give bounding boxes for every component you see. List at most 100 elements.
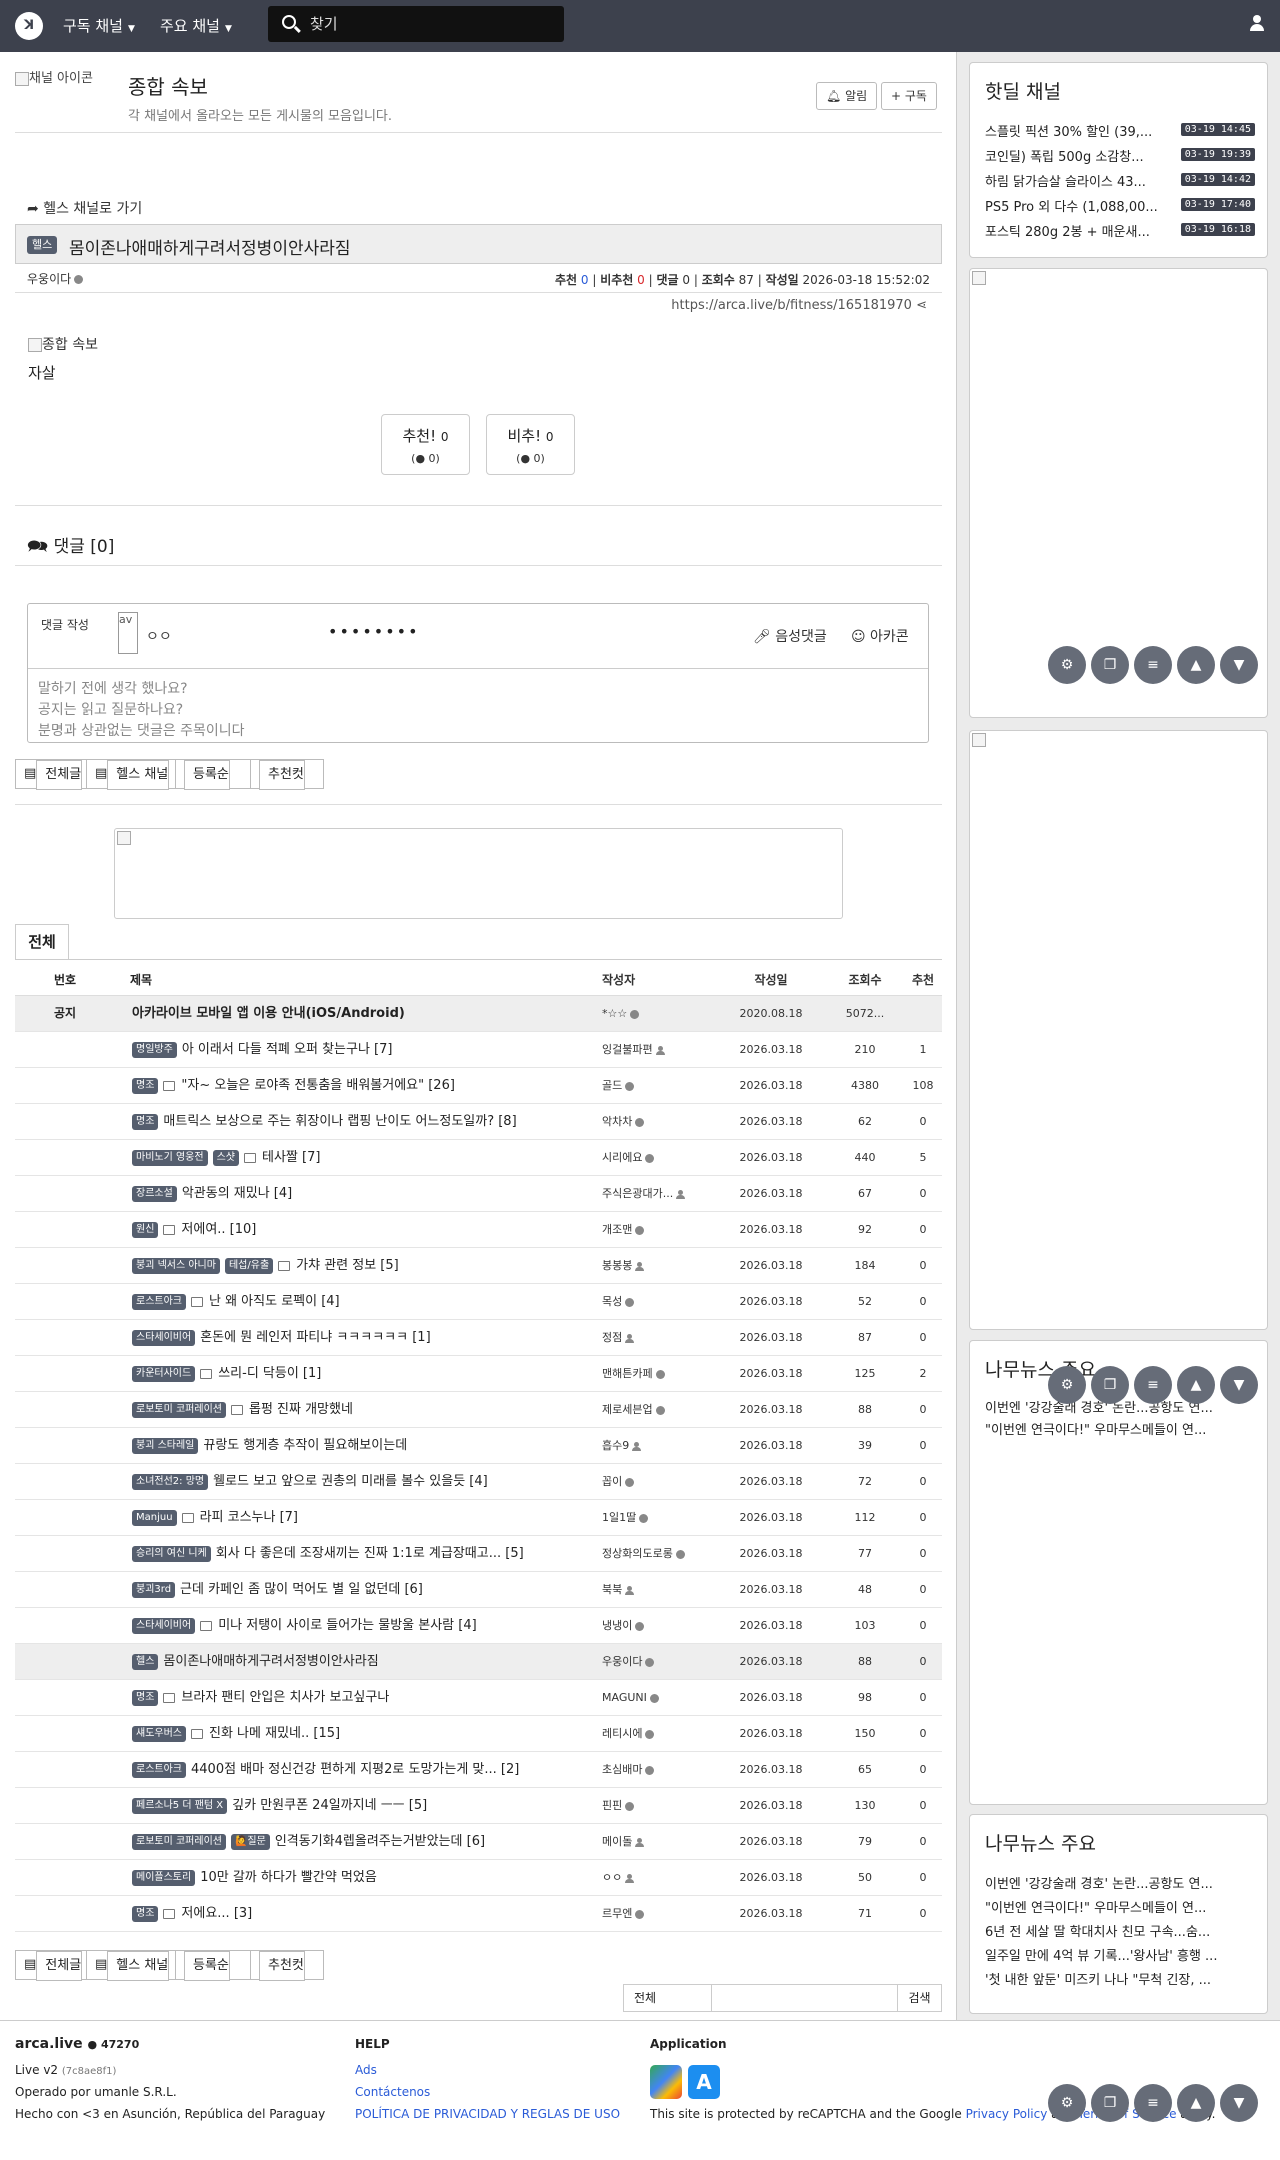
- google-play-icon[interactable]: [650, 2065, 682, 2099]
- post-title-cell[interactable]: 명조 저에요... [3]: [132, 1896, 610, 1931]
- table-row[interactable]: 명조 매트릭스 보상으로 주는 휘장이나 랩핑 난이도 어느정도일까? [8] 악차…: [15, 1104, 942, 1140]
- downvote-button[interactable]: 비추! 0 (● 0): [486, 414, 575, 475]
- hotdeal-item[interactable]: 포스틱 280g 2봉 + 매운새... 03-19 16:18: [985, 221, 1255, 241]
- news-item[interactable]: "이번엔 연극이다!" 우마무스메들이 연...: [985, 1897, 1257, 1916]
- table-row[interactable]: 승리의 여신 니케 회사 다 좋은데 조장새끼는 진짜 1:1로 계급장때고...…: [15, 1536, 942, 1572]
- news-item[interactable]: 이번엔 '강강술래 경호' 논란...공항도 연...: [985, 1873, 1257, 1892]
- table-row[interactable]: 로보토미 코퍼레이션 🙋질문 인격동기화4렙올려주는거받았는데 [6] 메이돌 2026…: [15, 1824, 942, 1860]
- scroll-down-icon[interactable]: ▼: [1220, 646, 1258, 684]
- post-title-cell[interactable]: 섀도우버스 진화 나메 재밌네.. [15]: [132, 1716, 610, 1751]
- post-author[interactable]: 악차차: [602, 1104, 722, 1139]
- share-icon[interactable]: ⋖: [916, 298, 927, 313]
- table-row[interactable]: 스타세이비어 미나 저탱이 사이로 들어가는 물방울 본사람 [4] 냉냉이 2026…: [15, 1608, 942, 1644]
- settings-icon[interactable]: ⚙: [1048, 2084, 1086, 2122]
- category-badge[interactable]: 명조: [132, 1113, 159, 1130]
- category-badge[interactable]: 페르소나5 더 팬텀 X: [132, 1797, 228, 1814]
- category-badge[interactable]: 붕괴3rd: [132, 1581, 176, 1598]
- table-row[interactable]: 붕괴 넥서스 아니마 테섭/유출 가챠 관련 정보 [5] 봉봉봉 2026.03.18…: [15, 1248, 942, 1284]
- post-title-cell[interactable]: 명일방주 아 이래서 다들 적폐 오퍼 찾는구나 [7]: [132, 1032, 610, 1067]
- settings-icon[interactable]: ⚙: [1048, 646, 1086, 684]
- table-row[interactable]: 명조 "자~ 오늘은 로야족 전통춤을 배워볼거에요" [26] 골드 2026.03…: [15, 1068, 942, 1104]
- filter-channel[interactable]: ▤ 헬스 채널: [86, 1950, 176, 1981]
- category-badge[interactable]: 장르소설: [132, 1185, 177, 1202]
- category-badge[interactable]: 마비노기 영웅전: [132, 1149, 208, 1166]
- tab-all[interactable]: 전체: [15, 924, 69, 960]
- table-row[interactable]: 로스트아크 4400점 배마 정신건강 편하게 지평2로 도망가는게 맞... […: [15, 1752, 942, 1788]
- table-row[interactable]: 스타세이비어 혼돈에 뭔 레인저 파티냐 ㅋㅋㅋㅋㅋㅋ [1] 정점 2026.03.…: [15, 1320, 942, 1356]
- category-badge[interactable]: 스샷: [212, 1149, 239, 1166]
- category-badge[interactable]: 붕괴 스타레일: [132, 1437, 199, 1454]
- category-badge[interactable]: 스타세이비어: [132, 1329, 196, 1346]
- password-field[interactable]: ••••••••: [328, 622, 420, 641]
- post-title-cell[interactable]: 장르소설 악관동의 재밌나 [4]: [132, 1176, 610, 1211]
- category-badge[interactable]: 명조: [132, 1077, 159, 1094]
- post-title-cell[interactable]: 명조 매트릭스 보상으로 주는 휘장이나 랩핑 난이도 어느정도일까? [8]: [132, 1104, 610, 1139]
- ad-banner[interactable]: [114, 828, 843, 919]
- filter-best[interactable]: 추천컷: [250, 1950, 324, 1981]
- scroll-up-icon[interactable]: ▲: [1177, 1366, 1215, 1404]
- post-author[interactable]: 정상화의도로롱: [602, 1536, 722, 1571]
- filter-all-posts[interactable]: ▤ 전체글: [15, 759, 87, 790]
- post-author[interactable]: *☆☆: [602, 996, 722, 1031]
- category-badge[interactable]: 명조: [132, 1689, 159, 1706]
- post-title-cell[interactable]: 붕괴3rd 근데 카페인 좀 많이 먹어도 별 일 없던데 [6]: [132, 1572, 610, 1607]
- category-badge[interactable]: 헬스: [132, 1653, 159, 1670]
- category-badge[interactable]: 소녀전선2: 망명: [132, 1473, 209, 1490]
- category-badge[interactable]: 붕괴 넥서스 아니마: [132, 1257, 220, 1274]
- post-title-cell[interactable]: 로스트아크 난 왜 아직도 로펙이 [4]: [132, 1284, 610, 1319]
- post-title-cell[interactable]: Manjuu 라피 코스누나 [7]: [132, 1500, 610, 1535]
- scroll-down-icon[interactable]: ▼: [1220, 1366, 1258, 1404]
- privacy-link[interactable]: Privacy Policy: [966, 2107, 1048, 2121]
- main-channels-menu[interactable]: 주요 채널 ▼: [160, 0, 232, 52]
- post-title-cell[interactable]: 명조 "자~ 오늘은 로야족 전통춤을 배워볼거에요" [26]: [132, 1068, 610, 1103]
- category-badge[interactable]: Manjuu: [132, 1509, 177, 1526]
- table-row[interactable]: 카운터사이드 쓰리-디 닥등이 [1] 맨해튼카페 2026.03.18 125 2: [15, 1356, 942, 1392]
- list-icon[interactable]: ≡: [1134, 1366, 1172, 1404]
- news-item[interactable]: "이번엔 연극이다!" 우마무스메들이 연...: [985, 1419, 1257, 1438]
- post-author[interactable]: 레티시에: [602, 1716, 722, 1751]
- copy-icon[interactable]: ❐: [1091, 2084, 1129, 2122]
- post-author[interactable]: 우웅이다: [602, 1644, 722, 1679]
- table-row[interactable]: 로스트아크 난 왜 아직도 로펙이 [4] 목성 2026.03.18 52 0: [15, 1284, 942, 1320]
- table-row[interactable]: 명조 저에요... [3] 르무엔 2026.03.18 71 0: [15, 1896, 942, 1932]
- post-author[interactable]: 잉걸불파편: [602, 1032, 722, 1067]
- category-badge[interactable]: 섀도우버스: [132, 1725, 186, 1742]
- post-title-cell[interactable]: 메이플스토리 10만 갈까 하다가 빨간약 먹었음: [132, 1860, 610, 1895]
- news-item[interactable]: 일주일 만에 4억 뷰 기록...'왕사남' 흥행 ...: [985, 1945, 1257, 1964]
- copy-icon[interactable]: ❐: [1091, 646, 1129, 684]
- sidebar-ad-2[interactable]: [969, 730, 1268, 1330]
- post-title-cell[interactable]: 마비노기 영웅전 스샷 테사짤 [7]: [132, 1140, 610, 1175]
- post-author[interactable]: 주식은광대가...: [602, 1176, 722, 1211]
- post-title-cell[interactable]: 페르소나5 더 팬텀 X 깊카 만원쿠폰 24일까지네 ㅡㅡ [5]: [132, 1788, 610, 1823]
- post-category-badge[interactable]: 헬스: [27, 236, 58, 254]
- table-row[interactable]: 명일방주 아 이래서 다들 적폐 오퍼 찾는구나 [7] 잉걸불파편 2026.03.…: [15, 1032, 942, 1068]
- post-author[interactable]: 우웅이다: [27, 270, 84, 287]
- post-title-cell[interactable]: 스타세이비어 미나 저탱이 사이로 들어가는 물방울 본사람 [4]: [132, 1608, 610, 1643]
- table-row[interactable]: 메이플스토리 10만 갈까 하다가 빨간약 먹었음 ㅇㅇ 2026.03.18 50 0: [15, 1860, 942, 1896]
- post-author[interactable]: 르무엔: [602, 1896, 722, 1931]
- list-icon[interactable]: ≡: [1134, 2084, 1172, 2122]
- post-author[interactable]: 꼽이: [602, 1464, 722, 1499]
- post-author[interactable]: 골드: [602, 1068, 722, 1103]
- category-badge[interactable]: 명조: [132, 1905, 159, 1922]
- post-title-cell[interactable]: 로스트아크 4400점 배마 정신건강 편하게 지평2로 도망가는게 맞... […: [132, 1752, 610, 1787]
- hotdeal-item[interactable]: 스플릿 픽션 30% 할인 (39,... 03-19 14:45: [985, 121, 1255, 141]
- post-author[interactable]: 북북: [602, 1572, 722, 1607]
- search-scope-select[interactable]: 전체: [623, 1984, 712, 2012]
- post-title-cell[interactable]: 아카라이브 모바일 앱 이용 안내(iOS/Android): [132, 996, 610, 1031]
- post-author[interactable]: 냉냉이: [602, 1608, 722, 1643]
- post-title-cell[interactable]: 원신 저에여.. [10]: [132, 1212, 610, 1247]
- table-row[interactable]: Manjuu 라피 코스누나 [7] 1일1딸 2026.03.18 112 0: [15, 1500, 942, 1536]
- news-item[interactable]: 6년 전 세살 딸 학대치사 친모 구속...숨...: [985, 1921, 1257, 1940]
- upvote-button[interactable]: 추천! 0 (● 0): [381, 414, 470, 475]
- footer-contact-link[interactable]: Contáctenos: [355, 2081, 430, 2103]
- app-store-icon[interactable]: A: [688, 2065, 720, 2099]
- table-row[interactable]: 명조 브라자 팬티 안입은 치사가 보고싶구나 MAGUNI 2026.03.18 98…: [15, 1680, 942, 1716]
- post-url[interactable]: https://arca.live/b/fitness/165181970 ⋖: [400, 298, 927, 313]
- category-badge[interactable]: 명일방주: [132, 1041, 177, 1058]
- list-search-button[interactable]: 검색: [897, 1984, 942, 2012]
- table-row[interactable]: 마비노기 영웅전 스샷 테사짤 [7] 시리에요 2026.03.18 440 5: [15, 1140, 942, 1176]
- emoticon-button[interactable]: ☺ 아카콘: [851, 626, 909, 646]
- post-author[interactable]: MAGUNI: [602, 1680, 722, 1715]
- table-row[interactable]: 소녀전선2: 망명 웰로드 보고 앞으로 권총의 미래를 볼수 있을듯 [4] 꼽이…: [15, 1464, 942, 1500]
